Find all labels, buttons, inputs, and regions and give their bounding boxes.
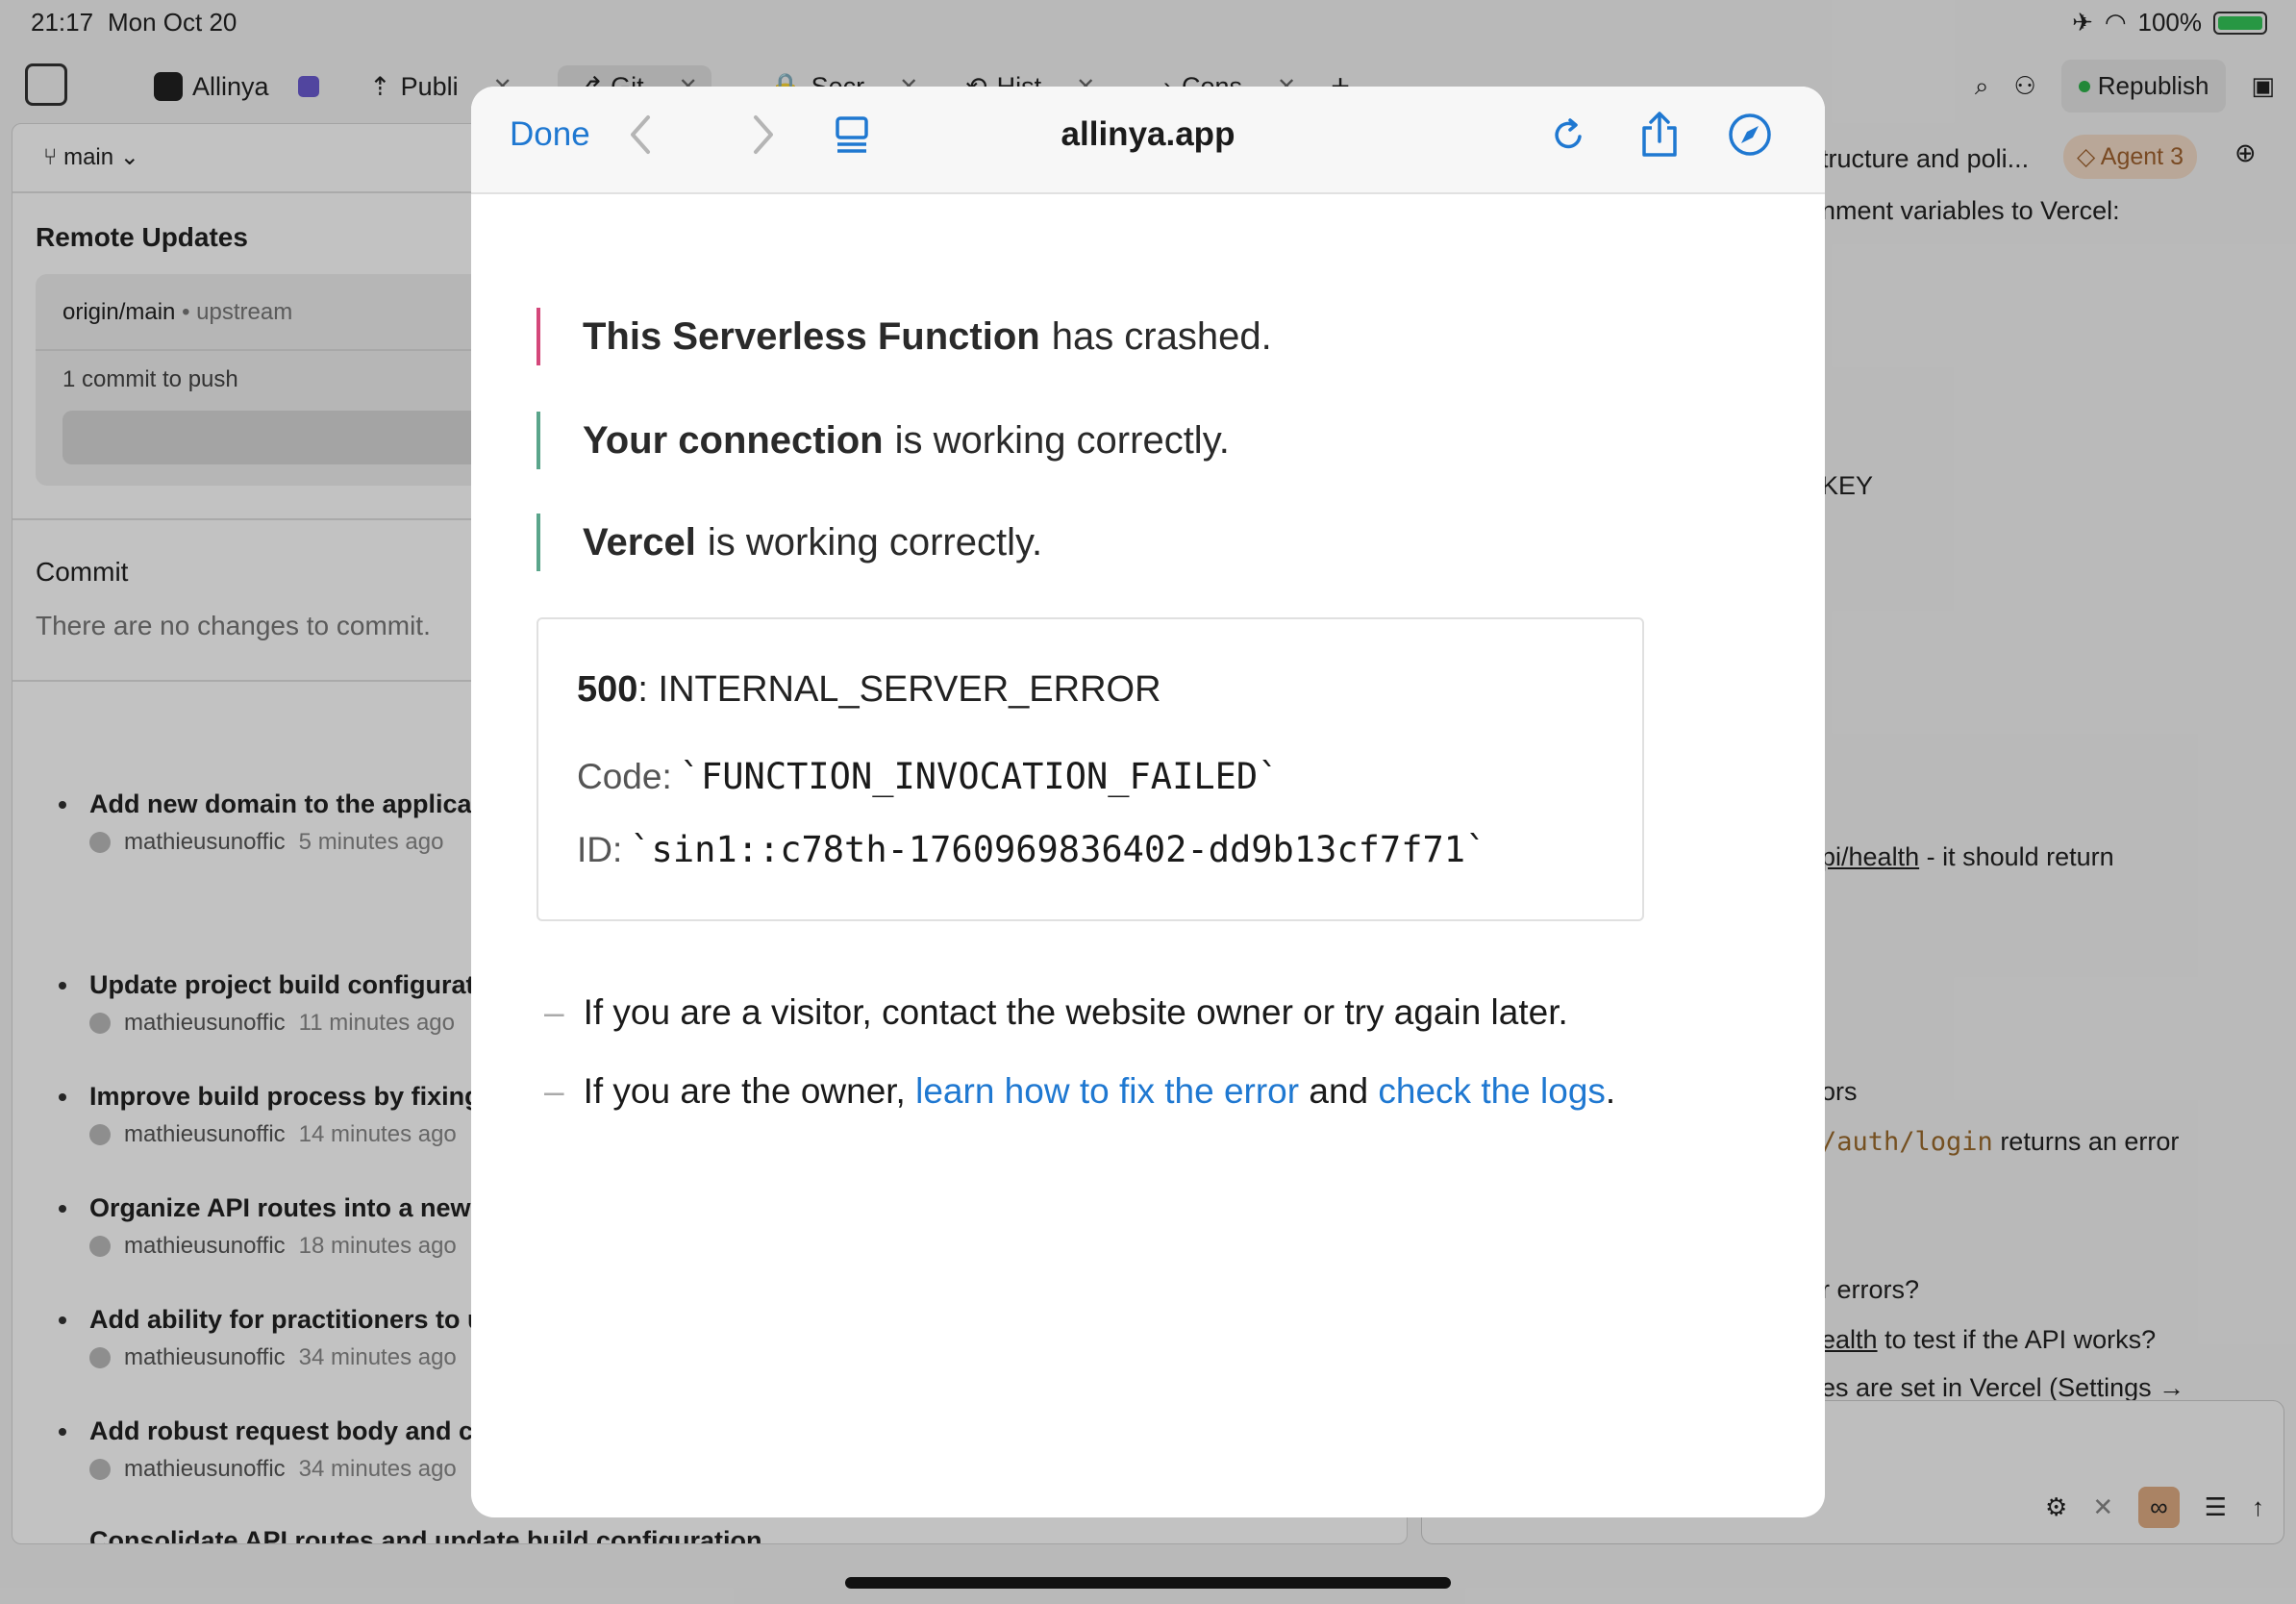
reload-icon[interactable] (1544, 110, 1594, 160)
status-text: is working correctly. (894, 418, 1230, 462)
safari-compass-icon[interactable] (1725, 110, 1775, 160)
error-id-label: ID: (577, 830, 623, 869)
error-code-number: 500 (577, 669, 638, 710)
error-details-box: 500: INTERNAL_SERVER_ERROR Code: `FUNCTIO… (537, 617, 1644, 921)
fix-error-link[interactable]: learn how to fix the error (915, 1071, 1299, 1111)
help-owner-text: If you are the owner, (583, 1071, 916, 1111)
help-visitor-text: If you are a visitor, contact the websit… (583, 992, 1568, 1032)
status-line-connection: Your connection is working correctly. (537, 412, 1230, 469)
error-code-text: : INTERNAL_SERVER_ERROR (637, 669, 1161, 710)
status-subject: Vercel (583, 520, 696, 564)
error-code-label: Code: (577, 757, 672, 796)
browser-toolbar: Done allinya.app (471, 87, 1825, 194)
error-id-row: ID: `sin1::c78th-1760969836402-dd9b13cf7f… (577, 829, 1486, 870)
status-text: has crashed. (1051, 314, 1272, 358)
error-id-value: `sin1::c78th-1760969836402-dd9b13cf7f71` (630, 829, 1487, 870)
share-icon[interactable] (1635, 110, 1685, 160)
url-title: allinya.app (1061, 115, 1235, 153)
help-owner: – If you are the owner, learn how to fix … (544, 1071, 1615, 1112)
status-text: is working correctly. (707, 520, 1043, 564)
dash-icon: – (544, 992, 564, 1032)
home-indicator[interactable] (845, 1577, 1451, 1589)
dash-icon: – (544, 1071, 564, 1111)
help-and-text: and (1299, 1071, 1379, 1111)
status-subject: Your connection (583, 418, 884, 462)
error-code-row: Code: `FUNCTION_INVOCATION_FAILED` (577, 756, 1279, 797)
help-visitor: – If you are a visitor, contact the websi… (544, 992, 1568, 1033)
status-line-function: This Serverless Function has crashed. (537, 308, 1272, 365)
error-code-value: `FUNCTION_INVOCATION_FAILED` (679, 756, 1280, 797)
browser-sheet: Done allinya.app This Serverless Functio… (471, 87, 1825, 1517)
status-line-vercel: Vercel is working correctly. (537, 514, 1042, 571)
help-period: . (1605, 1071, 1616, 1111)
check-logs-link[interactable]: check the logs (1378, 1071, 1606, 1111)
status-subject: This Serverless Function (583, 314, 1040, 358)
error-heading: 500: INTERNAL_SERVER_ERROR (577, 669, 1161, 711)
error-page: This Serverless Function has crashed. Yo… (471, 194, 1825, 1517)
